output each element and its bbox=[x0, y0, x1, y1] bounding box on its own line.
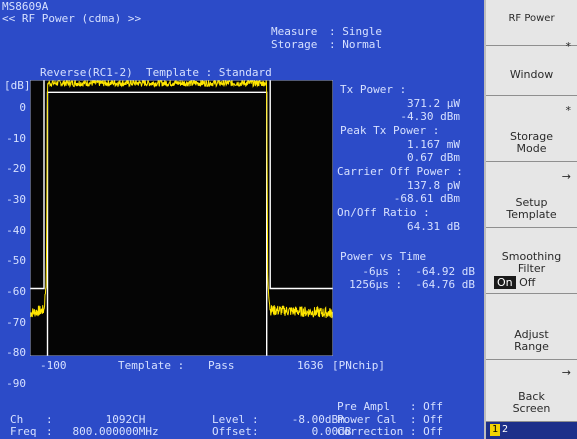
y-tick-label: -50 bbox=[6, 254, 26, 268]
y-tick-label: 0 bbox=[19, 101, 26, 114]
frequency-label: Freq bbox=[10, 425, 37, 438]
setup-template-softkey[interactable]: → Setup Template bbox=[486, 162, 577, 228]
y-tick-label: -40 bbox=[6, 223, 26, 237]
y-tick-label: -80 bbox=[6, 346, 26, 360]
adjust-range-softkey-label: Adjust Range bbox=[514, 328, 549, 353]
smoothing-off-option: Off bbox=[519, 276, 536, 289]
pvt-row-2: 1256μs : -64.76 dB bbox=[349, 278, 475, 291]
storage-value: : Normal bbox=[329, 38, 382, 51]
on-off-ratio-label: On/Off Ratio : bbox=[337, 206, 430, 219]
x-axis-end: 1636 bbox=[297, 359, 324, 372]
template-label: Template : bbox=[118, 359, 185, 372]
chart-svg bbox=[29, 73, 334, 357]
smoothing-filter-softkey-label: Smoothing Filter bbox=[501, 250, 562, 275]
carrier-off-power-label: Carrier Off Power : bbox=[337, 165, 463, 178]
page-2-indicator[interactable]: 2 bbox=[502, 424, 508, 436]
mode-title: << RF Power (cdma) >> bbox=[2, 12, 142, 25]
y-tick-label: -30 bbox=[6, 193, 26, 206]
x-axis-start: -100 bbox=[40, 359, 67, 372]
peak-tx-power-watts: 1.167 mW bbox=[407, 138, 460, 151]
back-screen-softkey[interactable]: → Back Screen bbox=[486, 360, 577, 422]
adjust-range-softkey[interactable]: Adjust Range bbox=[486, 294, 577, 360]
tx-power-label: Tx Power : bbox=[340, 83, 407, 96]
softkey-panel: RF Power * Window * Storage Mode → Setup… bbox=[484, 0, 577, 439]
softkey-title: RF Power * bbox=[486, 0, 577, 53]
measure-value: : Single bbox=[329, 25, 382, 38]
power-vs-time-label: Power vs Time bbox=[340, 250, 427, 263]
offset-label: Offset bbox=[212, 425, 252, 438]
pre-ampl-status: Pre Ampl : Off bbox=[337, 400, 443, 413]
x-axis-unit: [PNchip] bbox=[332, 359, 385, 372]
peak-tx-power-label: Peak Tx Power : bbox=[340, 124, 440, 137]
pvt-row-1: -6μs : -64.92 dB bbox=[362, 265, 475, 278]
peak-tx-power-dbm: 0.67 dBm bbox=[407, 151, 460, 164]
softkey-menu-title: RF Power bbox=[508, 13, 555, 24]
arrow-right-icon: → bbox=[561, 366, 571, 379]
setup-template-softkey-label: Setup Template bbox=[506, 196, 557, 221]
carrier-off-power-watts: 137.8 pW bbox=[407, 179, 460, 192]
y-tick-label: -60 bbox=[6, 285, 26, 298]
arrow-right-icon: → bbox=[561, 170, 571, 183]
y-tick-label: -70 bbox=[6, 315, 26, 329]
back-screen-softkey-label: Back Screen bbox=[512, 390, 551, 415]
smoothing-filter-state: On Off bbox=[494, 276, 536, 289]
y-tick-label: -90 bbox=[6, 377, 26, 390]
template-result: Pass bbox=[208, 359, 235, 372]
on-off-ratio-value: 64.31 dB bbox=[407, 220, 460, 233]
tx-power-watts: 371.2 μW bbox=[407, 97, 460, 110]
page-1-indicator[interactable]: 1 bbox=[490, 424, 500, 436]
carrier-off-power-dbm: -68.61 dBm bbox=[393, 192, 460, 205]
window-softkey-label: Window bbox=[509, 68, 554, 81]
smoothing-filter-softkey[interactable]: Smoothing Filter On Off bbox=[486, 228, 577, 294]
storage-mode-softkey-label: Storage Mode bbox=[509, 130, 554, 155]
correction-status: Correction : Off bbox=[337, 425, 443, 438]
y-unit-label: [dB] bbox=[4, 79, 31, 92]
y-tick-label: -10 bbox=[6, 131, 26, 145]
star-icon: * bbox=[565, 104, 572, 117]
page-indicator: 1 2 bbox=[486, 422, 577, 439]
frequency-value: : 800.000000MHz bbox=[46, 425, 159, 438]
power-vs-time-chart bbox=[29, 73, 334, 357]
smoothing-on-option: On bbox=[494, 276, 516, 289]
storage-label: Storage bbox=[271, 38, 318, 51]
graph-title: Reverse(RC1-2) Template : Standard bbox=[40, 66, 272, 79]
tx-power-dbm: -4.30 dBm bbox=[400, 110, 460, 123]
y-tick-label: -20 bbox=[6, 162, 26, 176]
measure-label: Measure bbox=[271, 25, 318, 38]
window-softkey[interactable]: Window bbox=[486, 46, 577, 96]
storage-mode-softkey[interactable]: * Storage Mode bbox=[486, 96, 577, 162]
